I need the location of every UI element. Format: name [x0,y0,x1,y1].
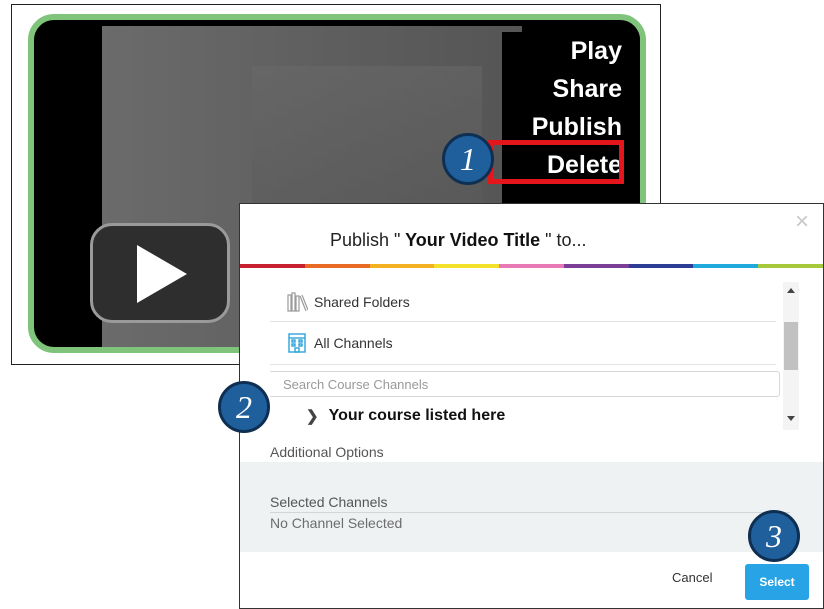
rainbow-segment-2 [369,264,435,268]
select-button[interactable]: Select [745,564,809,600]
scroll-up-arrow-icon[interactable] [787,288,795,293]
rainbow-segment-1 [304,264,370,268]
step-3-callout: 3 [748,510,800,562]
play-icon [137,245,187,303]
step-1-callout: 1 [442,133,494,185]
rainbow-segment-7 [693,264,759,268]
channel-list-pane: Shared Folders All Channels Search Cours… [270,282,800,430]
dialog-title-prefix: Publish " [330,230,401,250]
course-label: Your course listed here [328,407,506,424]
rainbow-segment-6 [628,264,694,268]
close-icon[interactable]: × [795,210,809,234]
channels-icon [288,333,306,353]
step-2-callout: 2 [218,381,270,433]
all-channels-label: All Channels [314,335,393,351]
selected-channels-divider [270,512,790,513]
scroll-thumb[interactable] [784,322,798,370]
rainbow-segment-3 [434,264,500,268]
list-item-all-channels[interactable]: All Channels [270,322,776,365]
dialog-title-suffix: " to... [545,230,587,250]
rainbow-segment-0 [240,264,305,268]
menu-item-share[interactable]: Share [502,70,622,108]
course-list-item[interactable]: ❯ Your course listed here [306,407,505,425]
dialog-title: Publish " Your Video Title " to... [330,230,587,251]
rainbow-segment-8 [758,264,824,268]
rainbow-segment-5 [563,264,629,268]
publish-dialog: Publish " Your Video Title " to... × Sha… [239,203,824,609]
search-course-channels-input[interactable] [270,371,780,397]
play-button[interactable] [90,223,230,323]
dialog-title-video: Your Video Title [400,230,546,250]
menu-item-play[interactable]: Play [502,32,622,70]
list-scrollbar[interactable] [783,282,799,430]
rainbow-segment-4 [499,264,564,268]
rainbow-divider [240,264,824,268]
selected-channels-title: Selected Channels [270,494,388,510]
selected-channels-empty: No Channel Selected [270,515,403,531]
list-item-shared-folders[interactable]: Shared Folders [270,282,776,322]
additional-options-label[interactable]: Additional Options [270,444,384,460]
shared-folders-label: Shared Folders [314,293,410,310]
scroll-down-arrow-icon[interactable] [787,416,795,421]
publish-highlight-box [488,140,624,184]
chevron-right-icon: ❯ [306,408,319,425]
shared-folders-icon [287,291,308,312]
selected-channels-panel: Selected Channels No Channel Selected [240,462,823,552]
channel-list: Shared Folders All Channels Search Cours… [270,282,780,430]
cancel-button[interactable]: Cancel [672,570,712,585]
